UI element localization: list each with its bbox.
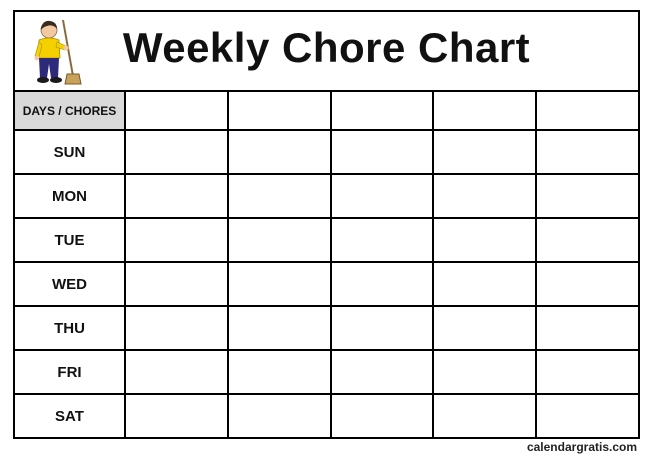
chore-cell[interactable] bbox=[329, 173, 435, 219]
chore-cell[interactable] bbox=[124, 261, 229, 307]
chore-cell[interactable] bbox=[535, 305, 640, 351]
table-row: SUN bbox=[13, 129, 640, 175]
day-label-thu: THU bbox=[13, 305, 126, 351]
chore-cell[interactable] bbox=[226, 305, 332, 351]
chore-header-cell[interactable] bbox=[124, 90, 229, 131]
chore-cell[interactable] bbox=[535, 261, 640, 307]
chore-table: DAYS / CHORES SUN MON TUE WED THU FRI SAT bbox=[13, 90, 640, 439]
chore-cell[interactable] bbox=[226, 129, 332, 175]
chore-cell[interactable] bbox=[432, 173, 538, 219]
chore-cell[interactable] bbox=[226, 261, 332, 307]
chore-cell[interactable] bbox=[329, 393, 435, 439]
chore-cell[interactable] bbox=[124, 129, 229, 175]
day-label-tue: TUE bbox=[13, 217, 126, 263]
chore-cell[interactable] bbox=[124, 173, 229, 219]
page-title: Weekly Chore Chart bbox=[122, 24, 531, 71]
chore-header-cell[interactable] bbox=[329, 90, 435, 131]
chore-cell[interactable] bbox=[226, 349, 332, 395]
chore-cell[interactable] bbox=[432, 129, 538, 175]
table-row: MON bbox=[13, 173, 640, 219]
table-row: THU bbox=[13, 305, 640, 351]
chore-cell[interactable] bbox=[226, 173, 332, 219]
chore-cell[interactable] bbox=[329, 349, 435, 395]
day-label-wed: WED bbox=[13, 261, 126, 307]
day-label-fri: FRI bbox=[13, 349, 126, 395]
days-chores-header: DAYS / CHORES bbox=[13, 90, 126, 131]
chore-cell[interactable] bbox=[432, 261, 538, 307]
table-row: WED bbox=[13, 261, 640, 307]
chore-cell[interactable] bbox=[432, 305, 538, 351]
chore-cell[interactable] bbox=[535, 129, 640, 175]
chore-cell[interactable] bbox=[535, 393, 640, 439]
chore-cell[interactable] bbox=[124, 349, 229, 395]
chore-cell[interactable] bbox=[329, 305, 435, 351]
chore-cell[interactable] bbox=[329, 217, 435, 263]
chart-header: Weekly Chore Chart bbox=[13, 10, 640, 90]
chore-cell[interactable] bbox=[329, 129, 435, 175]
day-label-mon: MON bbox=[13, 173, 126, 219]
day-label-sat: SAT bbox=[13, 393, 126, 439]
chore-cell[interactable] bbox=[535, 349, 640, 395]
table-row: TUE bbox=[13, 217, 640, 263]
day-label-sun: SUN bbox=[13, 129, 126, 175]
chore-cell[interactable] bbox=[329, 261, 435, 307]
table-header-row: DAYS / CHORES bbox=[13, 90, 640, 131]
table-row: FRI bbox=[13, 349, 640, 395]
table-row: SAT bbox=[13, 393, 640, 439]
chore-cell[interactable] bbox=[226, 393, 332, 439]
chore-cell[interactable] bbox=[432, 393, 538, 439]
chore-cell[interactable] bbox=[432, 217, 538, 263]
chore-cell[interactable] bbox=[226, 217, 332, 263]
chore-cell[interactable] bbox=[124, 217, 229, 263]
chore-cell[interactable] bbox=[432, 349, 538, 395]
chore-cell[interactable] bbox=[535, 173, 640, 219]
chore-header-cell[interactable] bbox=[535, 90, 640, 131]
chore-cell[interactable] bbox=[124, 305, 229, 351]
chore-header-cell[interactable] bbox=[432, 90, 538, 131]
chore-cell[interactable] bbox=[124, 393, 229, 439]
chore-cell[interactable] bbox=[535, 217, 640, 263]
footer-credit: calendargratis.com bbox=[526, 440, 637, 454]
chore-header-cell[interactable] bbox=[226, 90, 332, 131]
